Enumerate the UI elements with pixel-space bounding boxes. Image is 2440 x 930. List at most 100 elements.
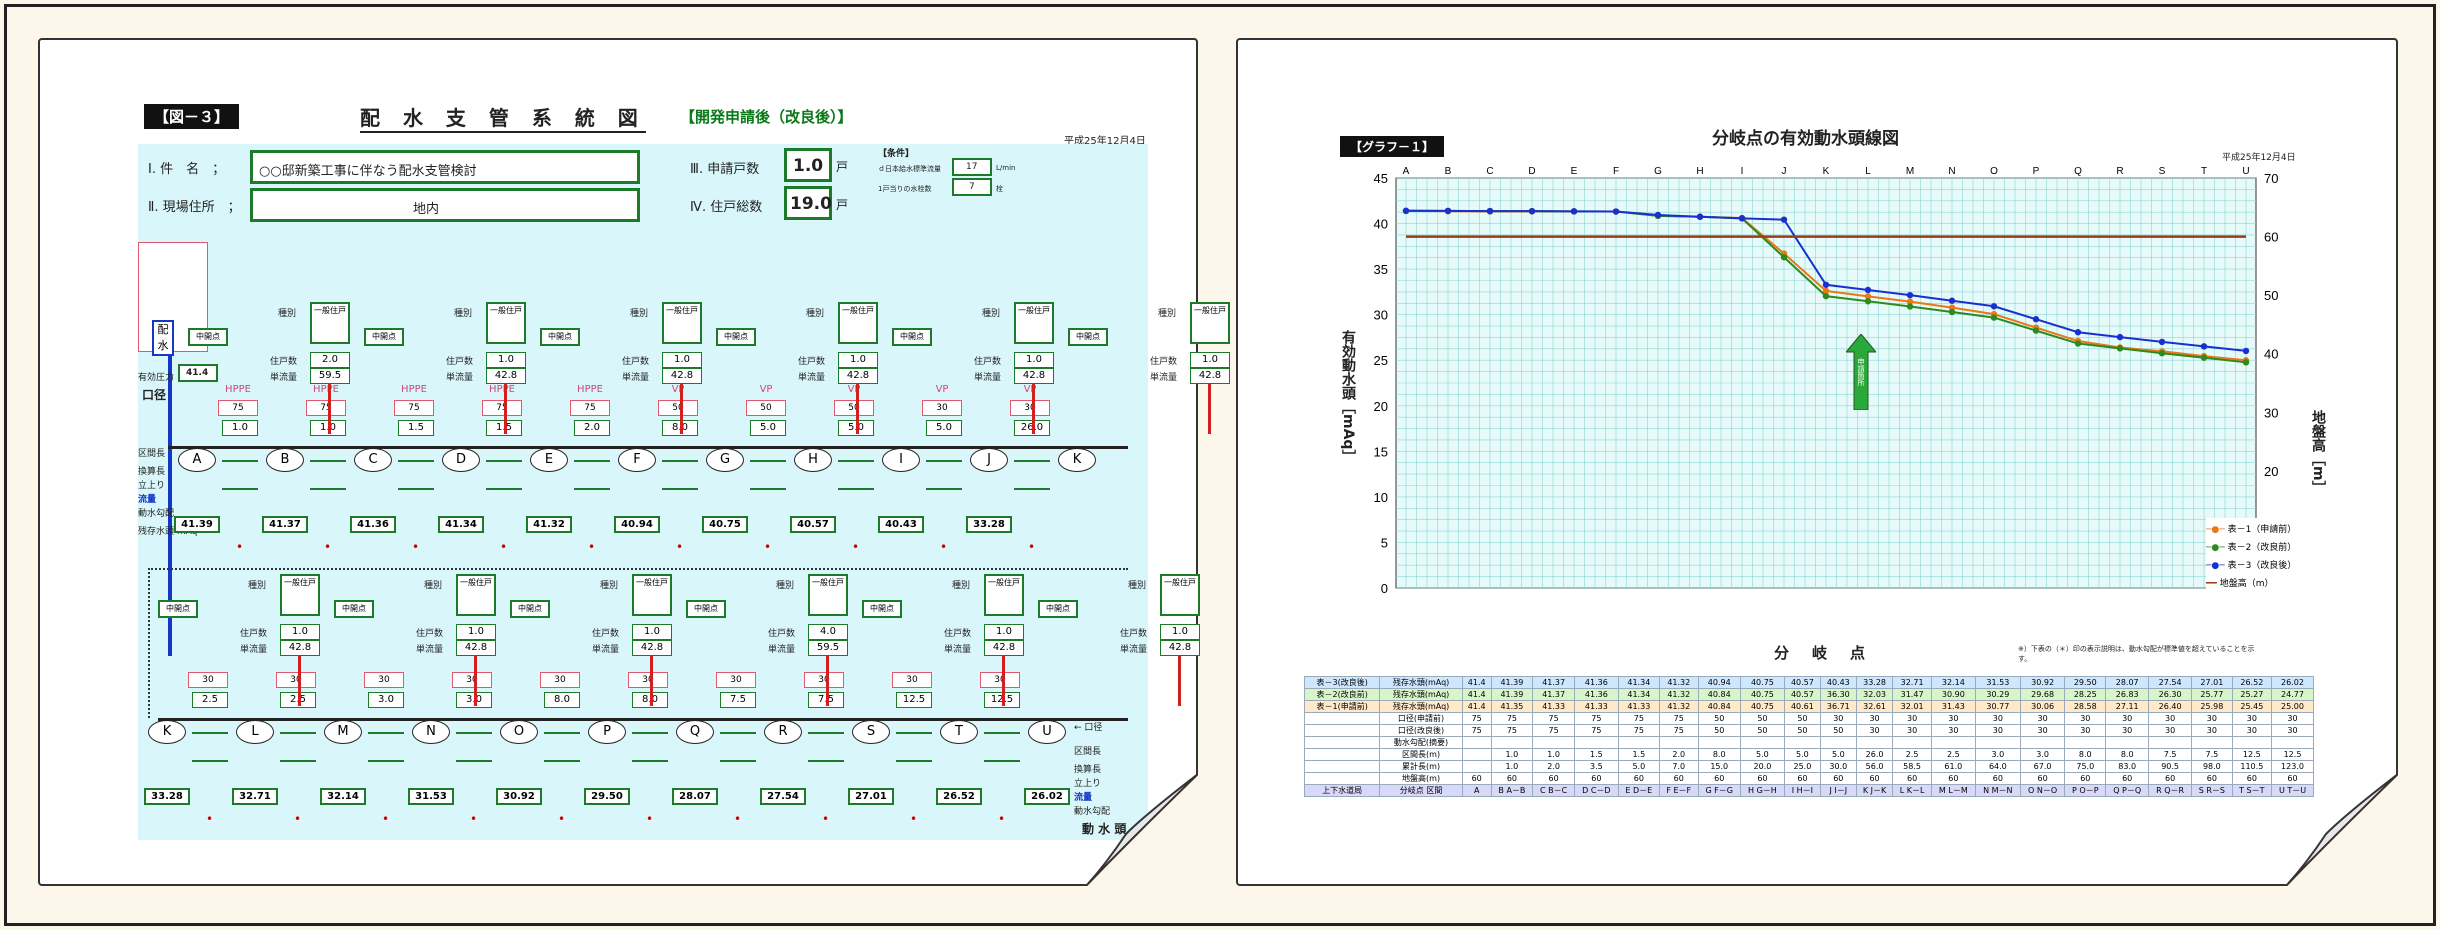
graph-tag: 【グラフ－１】: [1340, 136, 1445, 157]
diameter-value: 30: [276, 672, 316, 688]
table-cell: 25.98: [2191, 700, 2233, 713]
gradient-cell: [192, 760, 228, 762]
unit-flow-value: 59.5: [808, 640, 848, 656]
diameter-value: 30: [188, 672, 228, 688]
branch-node: O: [500, 720, 538, 744]
table-cell: 30: [2019, 712, 2066, 725]
table-cell: [1783, 736, 1821, 749]
kind-box: 一般住戸: [280, 574, 320, 616]
gradient-cell: [926, 488, 962, 490]
table-cell: [1697, 736, 1741, 749]
equiv-length-cell: [1014, 460, 1050, 462]
table-cell: 60: [1461, 772, 1492, 785]
data-point: [1822, 292, 1830, 300]
x-tick-label: L: [1865, 166, 1871, 177]
house-count-value: 2.0: [310, 352, 350, 368]
service-pipe: [328, 384, 331, 434]
item-value: ○○邸新築工事に伴なう配水支管検討: [259, 164, 477, 179]
row-table2: 表－2(改良前) 残存水頭(mAq) 41.4 41.39 41.37 41.36 41.3…: [1303, 688, 2314, 701]
table-cell: 41.33: [1532, 700, 1576, 713]
table-cell: 20.0: [1739, 760, 1785, 773]
table-cell: 33.28: [1855, 676, 1894, 689]
section-length-value: 5.0: [750, 420, 786, 436]
table-cell: 40.57: [1783, 688, 1821, 701]
house-count-value: 1.0: [456, 624, 496, 640]
closed-point-box: 中開点: [540, 328, 580, 346]
closed-point-box: 中開点: [510, 600, 550, 618]
table-cell: 41.4: [1461, 676, 1492, 689]
table-cell: 30: [2231, 724, 2273, 737]
data-point: [1780, 254, 1788, 261]
cond1-value: 17: [966, 162, 978, 172]
table-cell: 110.5: [2231, 760, 2273, 773]
equiv-length-cell: [574, 460, 610, 462]
item-field: ○○邸新築工事に伴なう配水支管検討: [250, 150, 640, 184]
table-cell: 60: [1532, 772, 1576, 785]
table-cell: 30: [2271, 724, 2314, 737]
table-cell: 3.5: [1574, 760, 1619, 773]
residual-head-value: 41.34: [438, 516, 484, 533]
table-cell: [2019, 736, 2066, 749]
table-cell: 40.57: [1783, 676, 1821, 689]
gradient-cell: [222, 488, 258, 490]
service-pipe: [826, 656, 829, 706]
table-cell: 30: [2105, 724, 2150, 737]
diameter-value: 50: [834, 400, 874, 416]
graph-title: 分岐点の有効動水頭線図: [1712, 129, 1899, 149]
table-cell: 64.0: [1974, 760, 2021, 773]
table-cell: 30: [2191, 712, 2233, 725]
table-cell: 41.4: [1461, 700, 1492, 713]
pipe-type-label: HPPE: [225, 384, 251, 395]
kind-box: 一般住戸: [632, 574, 672, 616]
table-cell: 40.43: [1819, 676, 1857, 689]
exceed-mark: •: [500, 540, 508, 554]
house-count-value: 1.0: [632, 624, 672, 640]
branch-node: C: [354, 448, 392, 472]
table-cell: J I－J: [1819, 784, 1857, 797]
house-count-label: 住戸数: [622, 357, 650, 367]
x-tick-label: I: [1741, 166, 1744, 177]
unit-flow-value: 42.8: [632, 640, 672, 656]
table-cell: 地盤高(m): [1379, 772, 1463, 785]
exceed-mark: •: [676, 540, 684, 554]
table-cell: [1892, 736, 1932, 749]
table-cell: 60: [1974, 772, 2021, 785]
table-cell: 75: [1532, 724, 1576, 737]
gradient-cell: [398, 488, 434, 490]
table-cell: [1532, 736, 1576, 749]
table-cell: C B－C: [1532, 784, 1576, 797]
table-cell: A: [1461, 784, 1492, 797]
table-cell: R Q－R: [2148, 784, 2193, 797]
data-point: [1402, 207, 1410, 214]
table-cell: 8.0: [1697, 748, 1741, 761]
table-cell: 口径(改良後): [1379, 724, 1463, 737]
table-cell: 41.4: [1461, 688, 1492, 701]
table-cell: 25.00: [2271, 700, 2314, 713]
diameter-value: 75: [570, 400, 610, 416]
table-cell: 24.77: [2271, 688, 2314, 701]
residual-head-value: 31.53: [408, 788, 454, 805]
pipe-type-label: HPPE: [401, 384, 427, 395]
diameter-value: 30: [628, 672, 668, 688]
section-length-value: 1.5: [398, 420, 434, 436]
branch-node: L: [236, 720, 274, 744]
kind-label: 種別: [454, 309, 473, 319]
diameter-value: 50: [746, 400, 786, 416]
unit-flow-label: 単流量: [768, 645, 796, 655]
table-cell: 60: [2191, 772, 2233, 785]
table-cell: 26.02: [2271, 676, 2314, 689]
table-cell: E D－E: [1617, 784, 1661, 797]
kind-label: 種別: [248, 581, 267, 591]
exceed-mark: •: [412, 540, 420, 554]
table-cell: [2148, 736, 2193, 749]
gradient-cell: [486, 488, 522, 490]
branch-node: J: [970, 448, 1008, 472]
table-cell: 40.84: [1697, 700, 1741, 713]
table-cell: 30: [1930, 712, 1976, 725]
table-cell: [2271, 736, 2314, 749]
table-cell: 60: [1855, 772, 1894, 785]
table-cell: 36.30: [1819, 688, 1857, 701]
table-cell: 41.32: [1659, 700, 1699, 713]
table-cell: 75: [1659, 724, 1699, 737]
service-pipe: [1208, 384, 1211, 434]
